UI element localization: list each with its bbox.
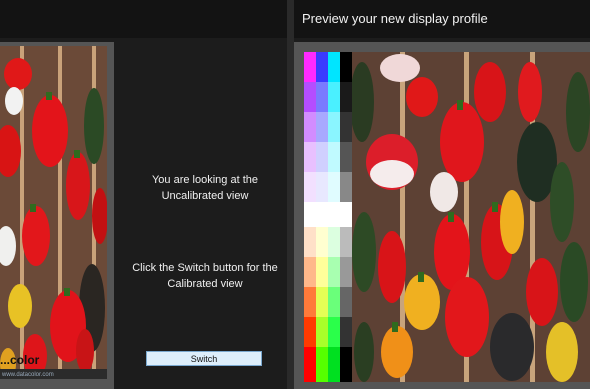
status-line-1: You are looking at the [151, 174, 258, 186]
brand-logo-text: ...color [0, 353, 40, 367]
top-bar-right: Preview your new display profile [294, 0, 590, 38]
switch-button[interactable]: Switch [146, 351, 262, 366]
calibrated-preview-image [304, 52, 590, 382]
preview-title: Preview your new display profile [302, 11, 488, 26]
calibrated-preview-frame [294, 42, 590, 389]
top-bar-left [0, 0, 287, 38]
instruction-message: Click the Switch button for the Calibrat… [120, 260, 290, 292]
uncalibrated-image-frame: www.datacolor.com ...color [0, 42, 114, 389]
status-line-2: Uncalibrated view [161, 190, 249, 202]
uncalibrated-chili-photo: www.datacolor.com ...color [0, 46, 107, 379]
color-swatch-strip [304, 52, 352, 382]
brand-url: www.datacolor.com [2, 372, 54, 378]
chili-peppers-image [0, 46, 107, 379]
status-message: You are looking at the Uncalibrated view [120, 172, 290, 204]
brand-strip: www.datacolor.com [0, 369, 107, 379]
instruction-line-1: Click the Switch button for the [132, 262, 278, 274]
calibrated-chili-photo [352, 52, 590, 382]
chili-peppers-image [352, 52, 590, 382]
instruction-line-2: Calibrated view [167, 278, 243, 290]
